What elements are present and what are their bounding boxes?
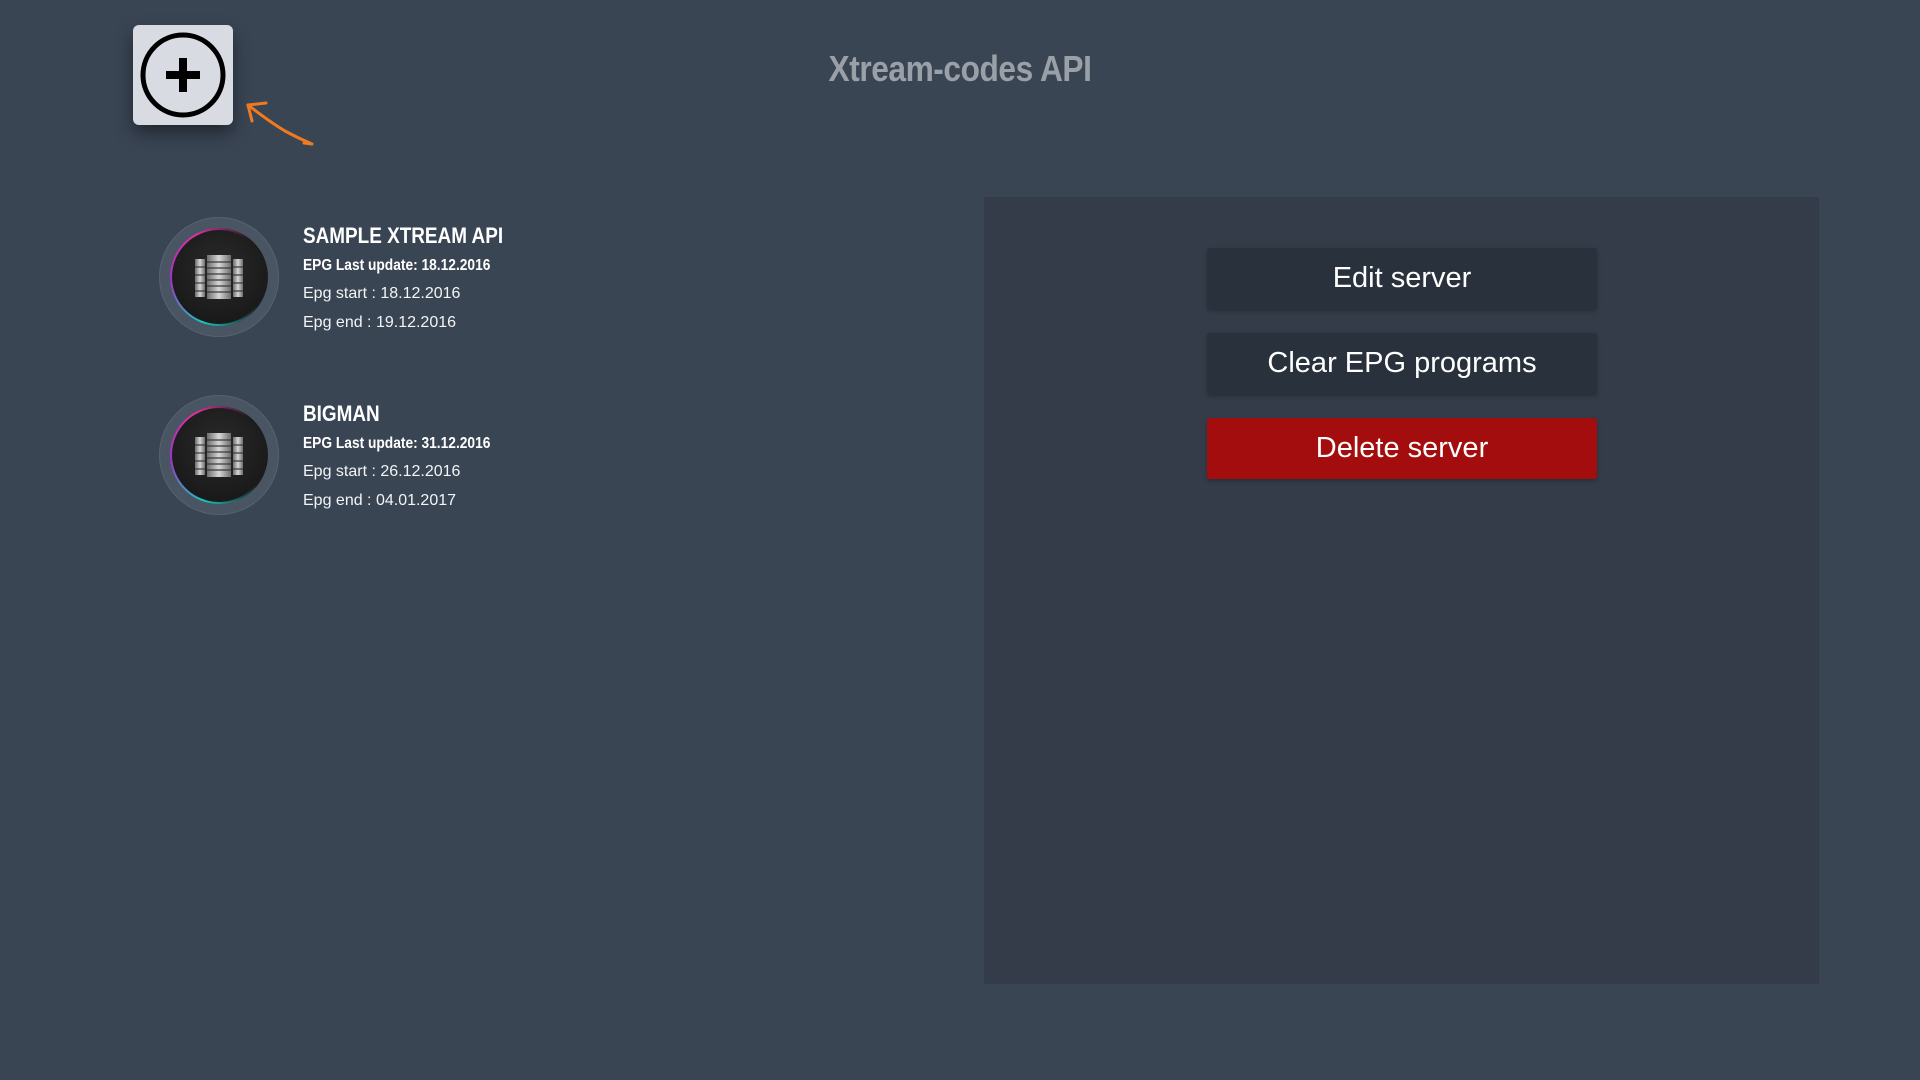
epg-end: Epg end : 19.12.2016 xyxy=(303,314,457,331)
app-screen: Xtream-codes API SAMPLE XTREAM API EPG L… xyxy=(0,0,1920,1080)
server-icon xyxy=(195,433,243,477)
server-list-item[interactable]: SAMPLE XTREAM API EPG Last update: 18.12… xyxy=(155,215,955,393)
delete-server-button[interactable]: Delete server xyxy=(1207,418,1597,479)
epg-end: Epg end : 04.01.2017 xyxy=(303,492,457,509)
epg-start: Epg start : 18.12.2016 xyxy=(303,285,461,302)
edit-server-button[interactable]: Edit server xyxy=(1207,248,1597,309)
server-name: BIGMAN xyxy=(303,401,380,426)
epg-last-update: EPG Last update: 31.12.2016 xyxy=(303,435,491,452)
arrow-icon xyxy=(246,101,314,146)
epg-start: Epg start : 26.12.2016 xyxy=(303,463,461,480)
server-name: SAMPLE XTREAM API xyxy=(303,223,504,248)
server-icon xyxy=(195,255,243,299)
server-list-item[interactable]: BIGMAN EPG Last update: 31.12.2016 Epg s… xyxy=(155,393,955,571)
server-actions-panel: Edit server Clear EPG programs Delete se… xyxy=(984,197,1819,984)
server-avatar xyxy=(159,217,279,337)
epg-last-update: EPG Last update: 18.12.2016 xyxy=(303,257,491,274)
server-avatar xyxy=(159,395,279,515)
clear-epg-button[interactable]: Clear EPG programs xyxy=(1207,333,1597,394)
server-info: SAMPLE XTREAM API EPG Last update: 18.12… xyxy=(303,223,536,343)
page-title: Xtream-codes API xyxy=(828,48,1092,89)
server-info: BIGMAN EPG Last update: 31.12.2016 Epg s… xyxy=(303,401,521,521)
server-list: SAMPLE XTREAM API EPG Last update: 18.12… xyxy=(155,215,955,571)
